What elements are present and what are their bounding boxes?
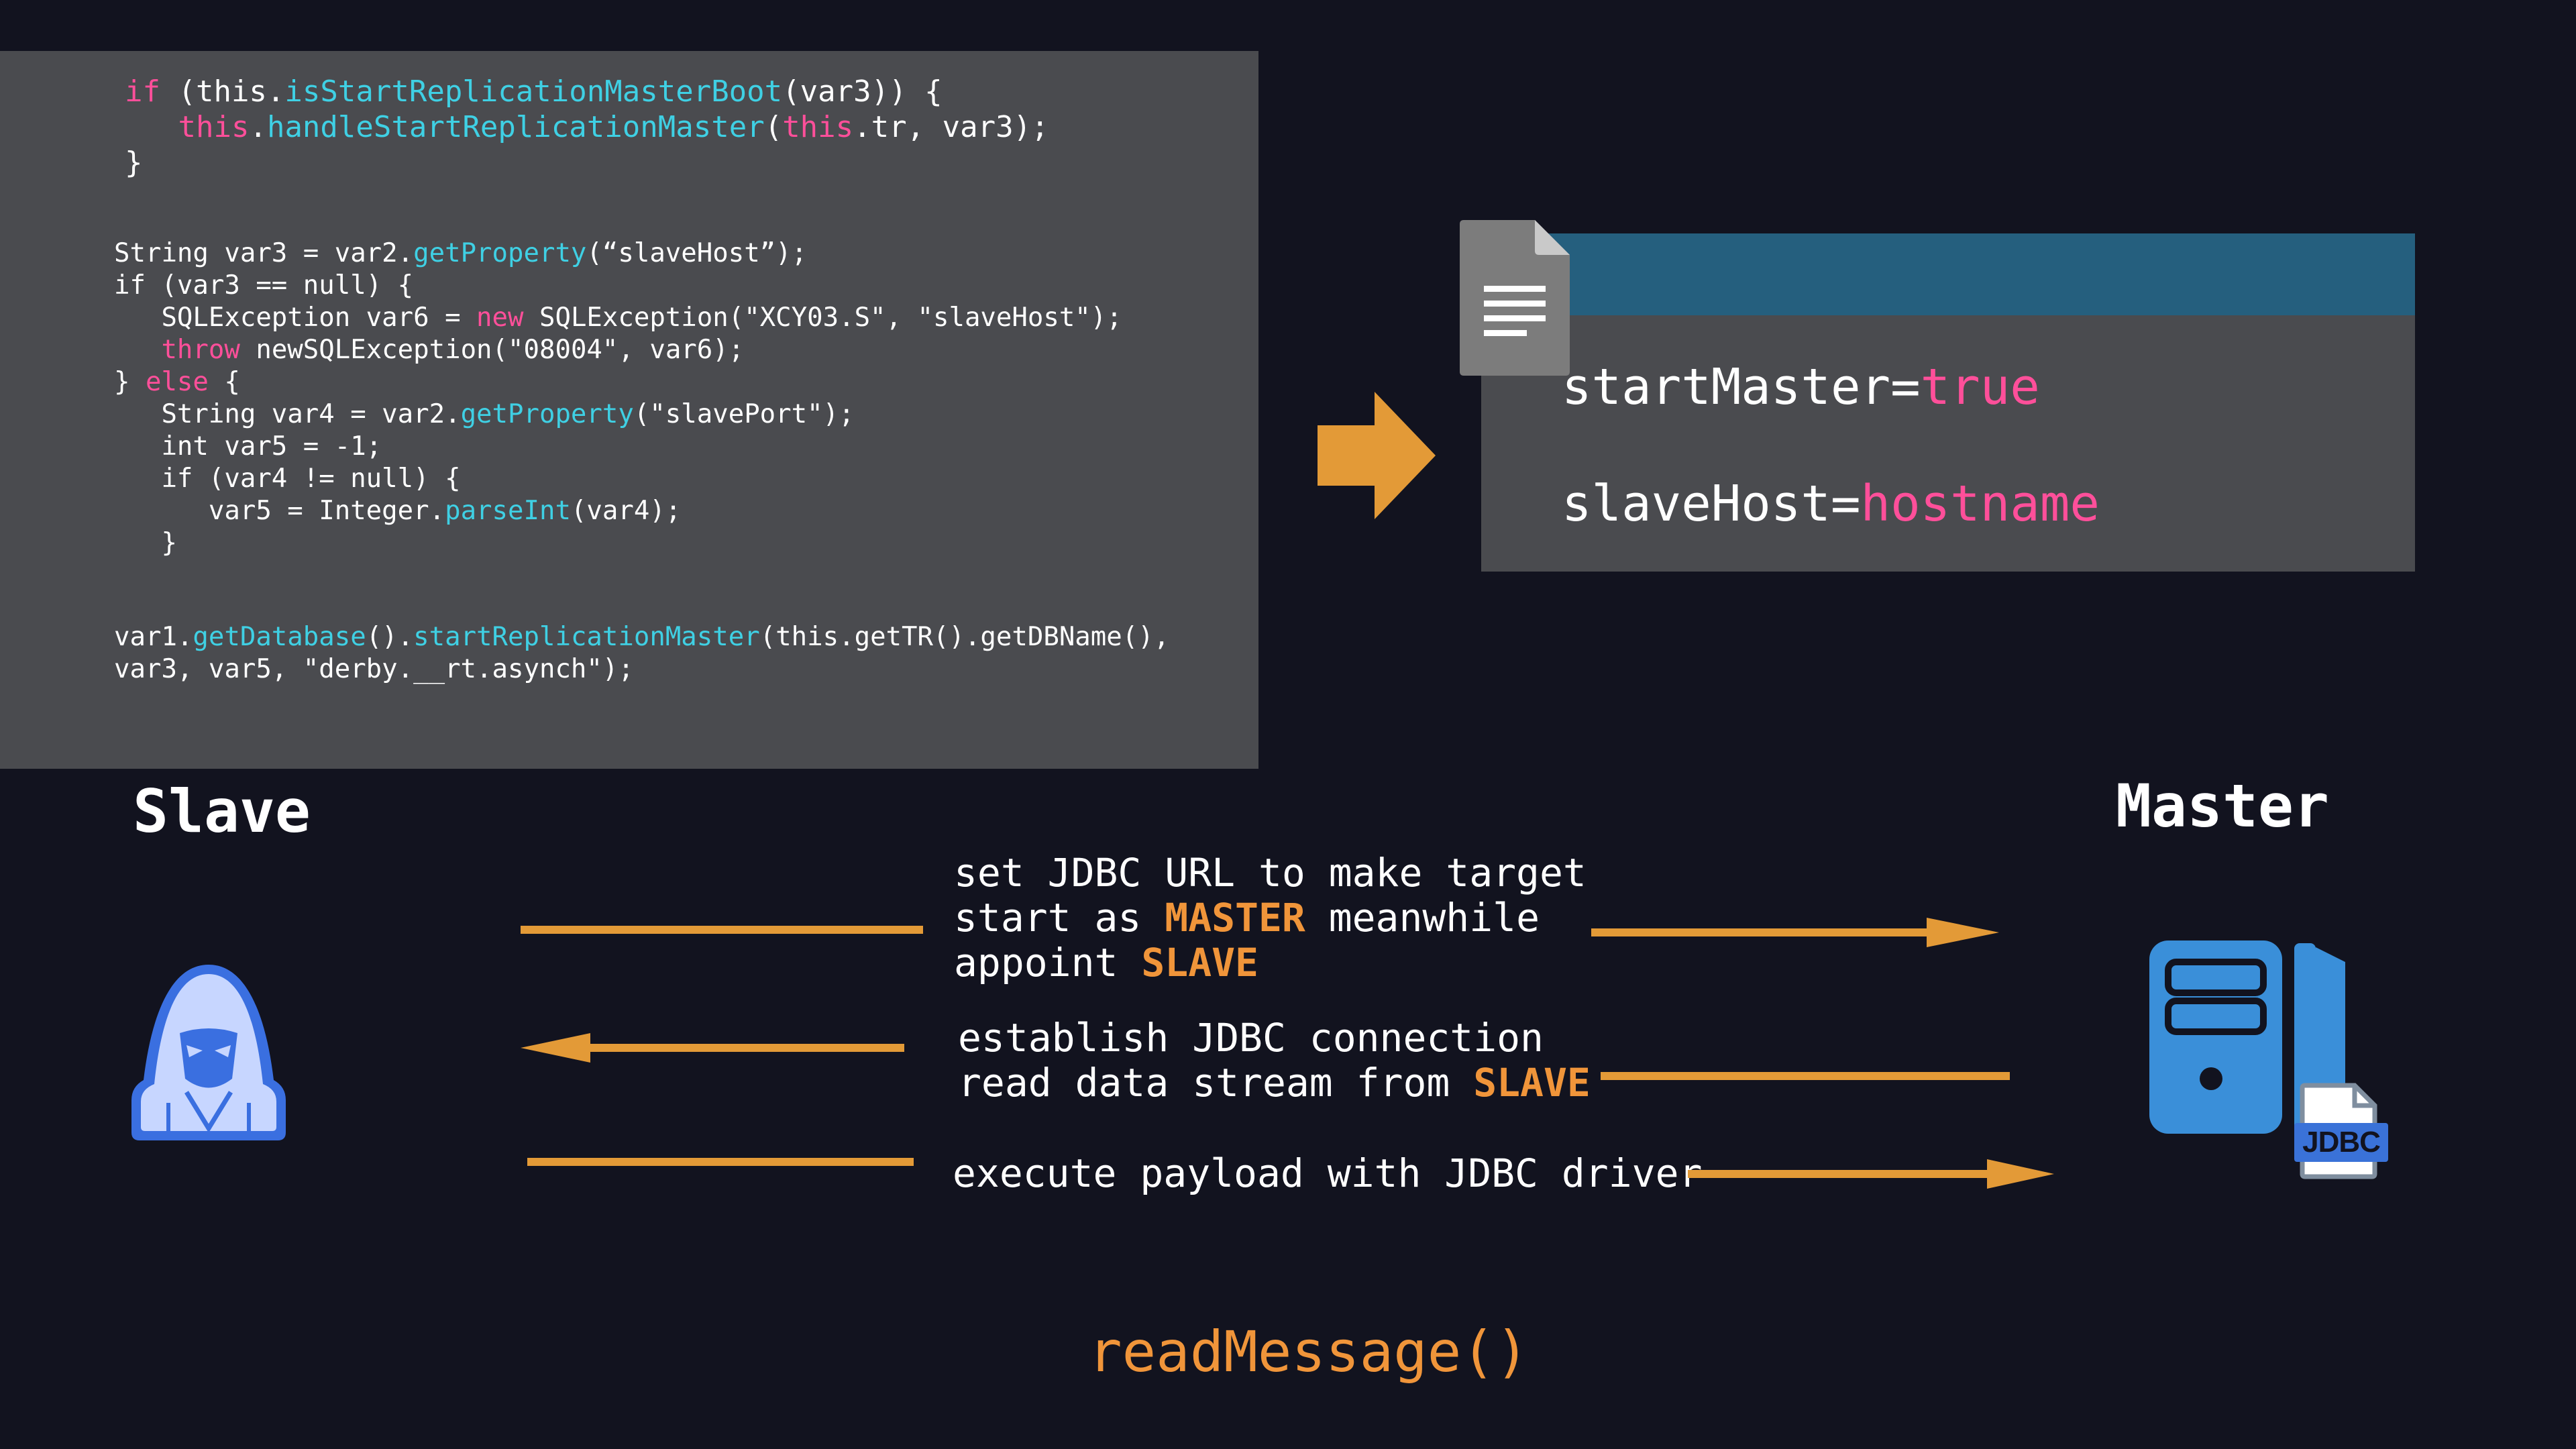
flow-arrowhead-3	[1987, 1159, 2054, 1189]
flow-line-1-right	[1591, 928, 1940, 936]
flow-line-2-right	[1601, 1072, 2010, 1080]
flow-line-1-left	[521, 926, 923, 934]
flow-arrowhead-2	[521, 1033, 590, 1063]
flow-arrows	[521, 918, 2054, 1189]
hacker-icon	[131, 965, 286, 1140]
flow-line-3-left	[527, 1158, 914, 1166]
flow-arrowhead-1	[1927, 918, 1999, 947]
read-message-label: readMessage()	[1088, 1319, 1529, 1385]
jdbc-badge-label: JDBC	[2302, 1126, 2381, 1159]
jdbc-file-icon: JDBC	[2292, 1081, 2391, 1181]
flow-line-2-left	[584, 1044, 904, 1052]
flow-line-3-right	[1688, 1170, 1996, 1178]
